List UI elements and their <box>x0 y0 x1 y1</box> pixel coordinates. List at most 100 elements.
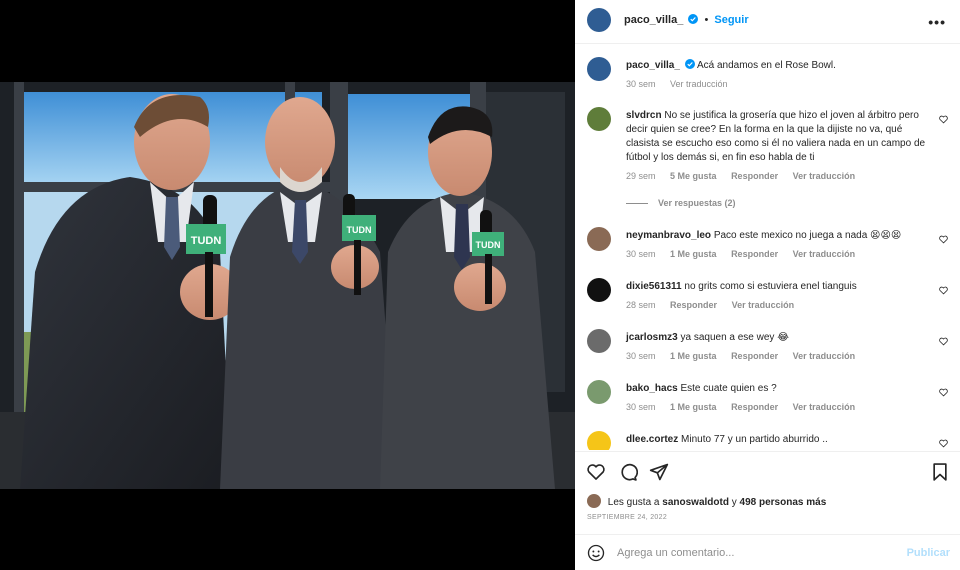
comment: slvdrcn No se justifica la grosería que … <box>575 107 960 217</box>
comment: bako_hacs Este cuate quien es ? 30 sem 1… <box>575 380 960 420</box>
mic-label: TUDN <box>191 235 222 247</box>
view-replies-button[interactable]: Ver respuestas (2) <box>658 198 736 208</box>
replies-divider <box>626 203 648 205</box>
translate-button[interactable]: Ver traducción <box>793 402 856 412</box>
heart-icon[interactable] <box>939 337 948 346</box>
comment-meta: 30 sem 1 Me gusta Responder Ver traducci… <box>626 402 867 412</box>
comment-age[interactable]: 28 sem <box>626 300 656 310</box>
comment-likes[interactable]: 1 Me gusta <box>670 402 717 412</box>
reply-button[interactable]: Responder <box>731 171 778 181</box>
translate-button[interactable]: Ver traducción <box>793 351 856 361</box>
comment: neymanbravo_leo Paco este mexico no jueg… <box>575 227 960 267</box>
comment-age[interactable]: 30 sem <box>626 402 656 412</box>
post-media: TUDN TUDN TUDN <box>0 0 575 570</box>
comment-body: slvdrcn No se justifica la grosería que … <box>626 109 930 165</box>
header-separator: • <box>704 14 709 26</box>
post-photo[interactable]: TUDN TUDN TUDN <box>0 82 575 489</box>
comment-username[interactable]: slvdrcn <box>626 110 662 121</box>
action-bar <box>575 451 960 491</box>
commenter-avatar[interactable] <box>587 278 611 302</box>
comment-likes[interactable]: 1 Me gusta <box>670 249 717 259</box>
comment: dixie561311 no grits como si estuviera e… <box>575 278 960 318</box>
caption-age[interactable]: 30 sem <box>626 79 656 89</box>
likes-summary: Les gusta a sanoswaldotd y 498 personas … <box>587 494 826 508</box>
author-username[interactable]: paco_villa_ <box>624 14 683 26</box>
heart-icon[interactable] <box>939 388 948 397</box>
reply-button[interactable]: Responder <box>731 249 778 259</box>
more-options-icon[interactable]: ••• <box>928 14 946 30</box>
heart-icon[interactable] <box>939 235 948 244</box>
comment-likes[interactable]: 5 Me gusta <box>670 171 717 181</box>
view-replies[interactable]: Ver respuestas (2) <box>626 198 748 208</box>
comment-age[interactable]: 30 sem <box>626 351 656 361</box>
comment-username[interactable]: jcarlosmz3 <box>626 332 678 343</box>
post-header: paco_villa_ • Seguir ••• <box>575 0 960 44</box>
heart-icon[interactable] <box>939 439 948 448</box>
comment-icon[interactable] <box>618 462 638 482</box>
caption-text: Acá andamos en el Rose Bowl. <box>696 60 836 71</box>
emoji-icon[interactable] <box>587 544 605 562</box>
liker-avatar[interactable] <box>587 494 601 508</box>
likes-others[interactable]: 498 personas más <box>740 497 827 508</box>
comment-age[interactable]: 29 sem <box>626 171 656 181</box>
comment-body: dixie561311 no grits como si estuviera e… <box>626 280 930 294</box>
comment-meta: 30 sem 1 Me gusta Responder Ver traducci… <box>626 351 867 361</box>
comment-body: jcarlosmz3 ya saquen a ese wey 😂 <box>626 331 930 345</box>
verified-icon <box>688 14 699 24</box>
translate-button[interactable]: Ver traducción <box>793 171 856 181</box>
comment-meta: 28 sem Responder Ver traducción <box>626 300 806 310</box>
author-avatar[interactable] <box>587 8 611 32</box>
commenter-avatar[interactable] <box>587 329 611 353</box>
comment-text: ya saquen a ese wey 😂 <box>680 332 789 343</box>
caption-body: paco_villa_ Acá andamos en el Rose Bowl. <box>626 59 930 73</box>
caption-meta: 30 sem Ver traducción <box>626 79 740 89</box>
post-date[interactable]: SEPTIEMBRE 24, 2022 <box>587 514 667 521</box>
translate-button[interactable]: Ver traducción <box>732 300 795 310</box>
translate-button[interactable]: Ver traducción <box>793 249 856 259</box>
likes-conj: y <box>731 497 737 508</box>
comment-text: no grits como si estuviera enel tianguis <box>684 281 857 292</box>
comment-input[interactable] <box>617 544 897 562</box>
comment-body: dlee.cortez Minuto 77 y un partido aburr… <box>626 433 930 447</box>
reply-button[interactable]: Responder <box>731 351 778 361</box>
liker-username[interactable]: sanoswaldotd <box>662 497 729 508</box>
comment-likes[interactable]: 1 Me gusta <box>670 351 717 361</box>
bookmark-icon[interactable] <box>930 462 950 482</box>
verified-icon <box>684 59 695 69</box>
share-icon[interactable] <box>649 462 669 482</box>
comment-meta: 29 sem 5 Me gusta Responder Ver traducci… <box>626 171 867 181</box>
caption-username[interactable]: paco_villa_ <box>626 60 680 71</box>
add-comment-bar: Publicar <box>575 534 960 570</box>
author-line: paco_villa_ • Seguir <box>624 14 749 26</box>
commenter-avatar[interactable] <box>587 107 611 131</box>
comment-text: No se justifica la grosería que hizo el … <box>626 110 926 163</box>
comment-body: bako_hacs Este cuate quien es ? <box>626 382 930 396</box>
comment-meta: 30 sem 1 Me gusta Responder Ver traducci… <box>626 249 867 259</box>
post-comment-button[interactable]: Publicar <box>907 547 950 559</box>
commenter-avatar[interactable] <box>587 380 611 404</box>
reply-button[interactable]: Responder <box>670 300 717 310</box>
post-panel: paco_villa_ • Seguir ••• paco_villa_ Acá… <box>575 0 960 570</box>
heart-icon[interactable] <box>586 462 606 482</box>
comment-username[interactable]: neymanbravo_leo <box>626 230 711 241</box>
heart-icon[interactable] <box>939 286 948 295</box>
mic-label: TUDN <box>476 240 501 250</box>
author-avatar[interactable] <box>587 57 611 81</box>
comment-age[interactable]: 30 sem <box>626 249 656 259</box>
comment-text: Minuto 77 y un partido aburrido .. <box>681 434 828 445</box>
reply-button[interactable]: Responder <box>731 402 778 412</box>
comments-list[interactable]: paco_villa_ Acá andamos en el Rose Bowl.… <box>575 45 960 450</box>
commenter-avatar[interactable] <box>587 227 611 251</box>
comment-username[interactable]: bako_hacs <box>626 383 678 394</box>
comment: jcarlosmz3 ya saquen a ese wey 😂 30 sem … <box>575 329 960 369</box>
follow-button[interactable]: Seguir <box>714 14 748 26</box>
heart-icon[interactable] <box>939 115 948 124</box>
comment-username[interactable]: dlee.cortez <box>626 434 678 445</box>
comment-username[interactable]: dixie561311 <box>626 281 682 292</box>
caption-translate[interactable]: Ver traducción <box>670 79 728 89</box>
comment-text: Paco este mexico no juega a nada 😫😫😫 <box>713 230 902 241</box>
comment: dlee.cortez Minuto 77 y un partido aburr… <box>575 431 960 450</box>
commenter-avatar[interactable] <box>587 431 611 450</box>
caption: paco_villa_ Acá andamos en el Rose Bowl.… <box>575 57 960 97</box>
comment-text: Este cuate quien es ? <box>680 383 777 394</box>
